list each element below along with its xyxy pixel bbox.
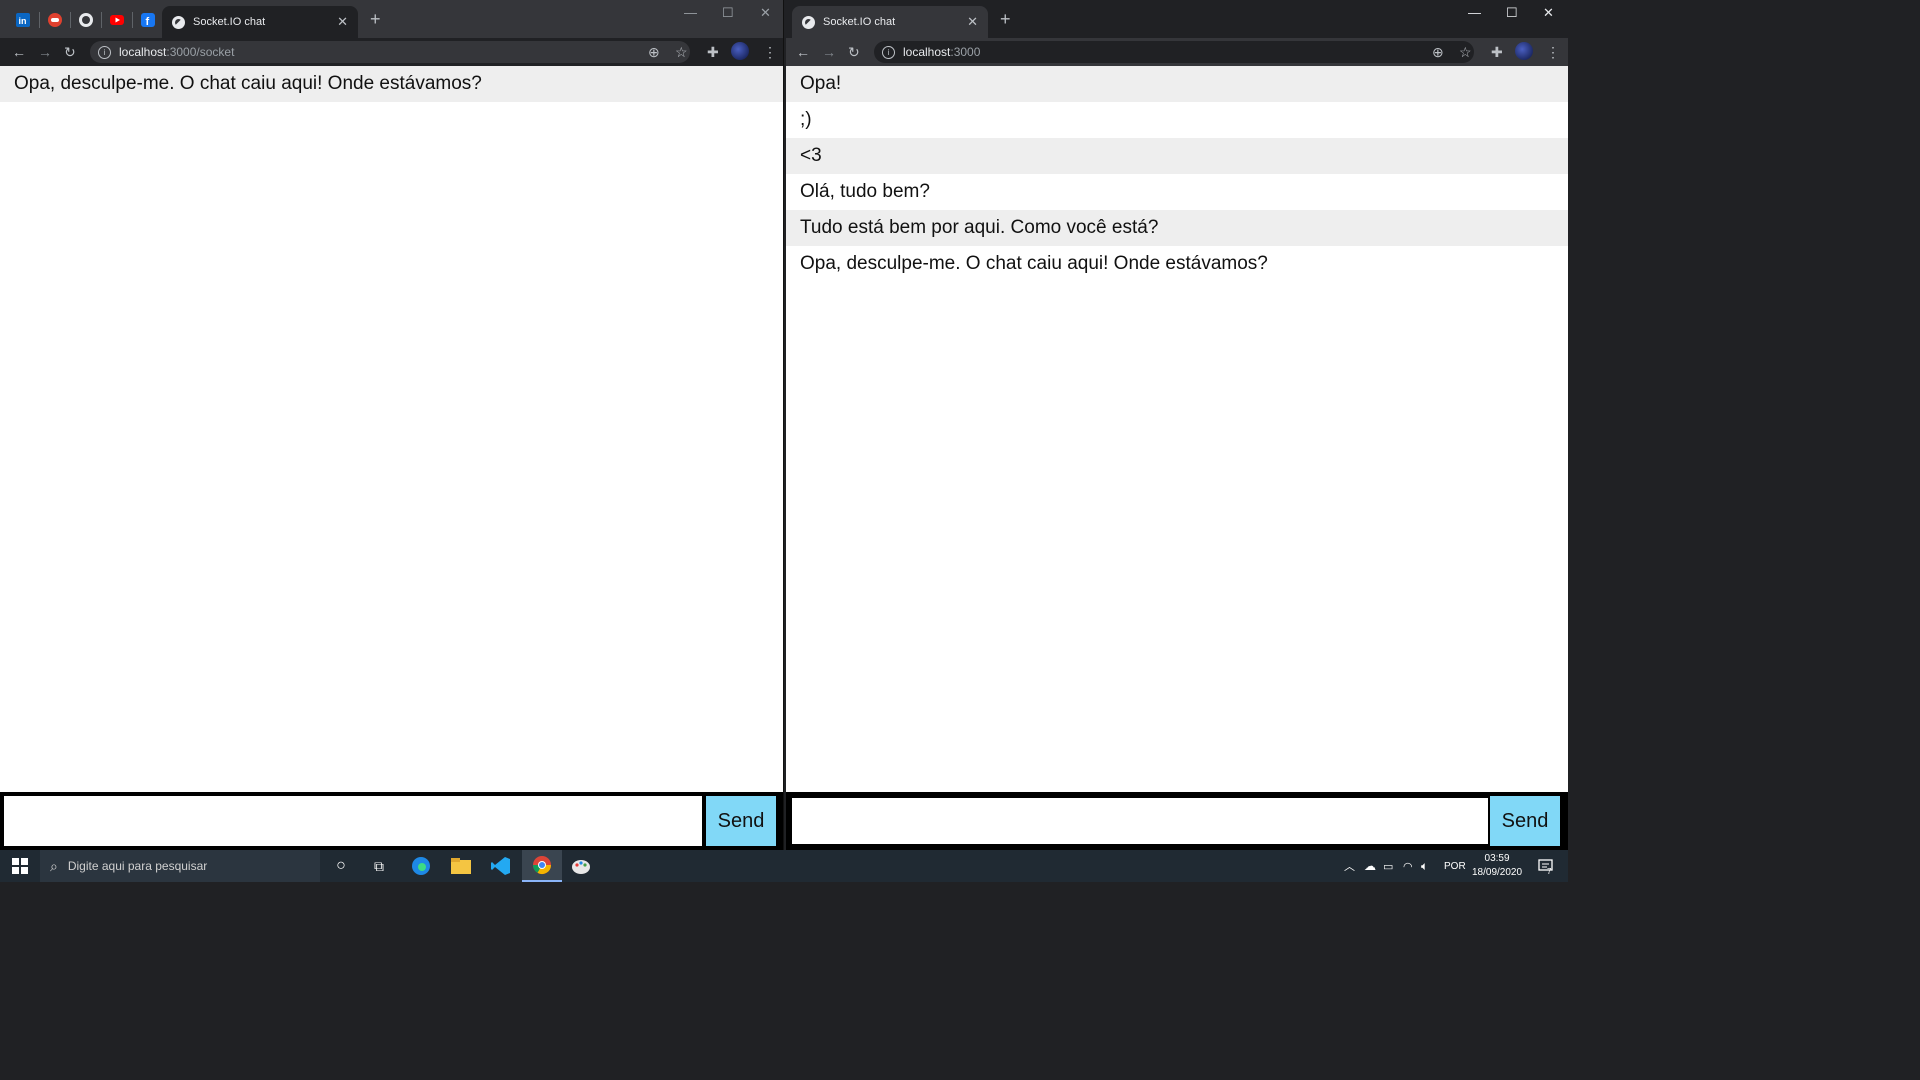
wifi-icon[interactable]: ◠ <box>1403 850 1413 882</box>
pinned-separator <box>70 12 71 28</box>
facebook-icon[interactable]: f <box>137 9 159 31</box>
message-input[interactable] <box>4 796 702 846</box>
message-item: Olá, tudo bem? <box>800 181 930 202</box>
globe-icon <box>172 15 185 29</box>
clock-date: 18/09/2020 <box>1472 867 1523 878</box>
menu-icon[interactable]: ⋮ <box>763 43 777 61</box>
back-icon[interactable]: ← <box>796 43 810 61</box>
back-icon[interactable]: ← <box>12 43 26 61</box>
left-tab-strip: in f Socket.IO chat ✕ + — ☐ ✕ <box>0 0 783 38</box>
message-item: Opa, desculpe-me. O chat caiu aqui! Onde… <box>0 66 783 102</box>
right-browser-window: Socket.IO chat ✕ + — ☐ ✕ ← → ↻ i localho… <box>786 0 1568 850</box>
tab-title: Socket.IO chat <box>193 16 266 28</box>
forward-icon[interactable]: → <box>822 43 836 61</box>
svg-text:in: in <box>19 16 27 26</box>
edge-icon[interactable] <box>406 850 436 882</box>
svg-text:f: f <box>146 16 150 27</box>
menu-icon[interactable]: ⋮ <box>1546 43 1560 61</box>
linkedin-icon[interactable]: in <box>12 9 34 31</box>
search-placeholder: Digite aqui para pesquisar <box>67 859 208 873</box>
right-tab-strip: Socket.IO chat ✕ + — ☐ ✕ <box>786 0 1568 38</box>
clock[interactable]: 03:59 18/09/2020 <box>1472 850 1522 882</box>
avatar[interactable] <box>1515 42 1533 60</box>
close-tab-icon[interactable]: ✕ <box>967 14 978 30</box>
info-icon[interactable]: i <box>882 45 895 59</box>
message-form: Send <box>0 792 783 850</box>
pinned-separator <box>39 12 40 28</box>
volume-icon[interactable]: 🔈︎ <box>1421 850 1428 882</box>
windows-start-icon[interactable] <box>0 850 40 882</box>
new-tab-icon[interactable]: + <box>370 10 381 28</box>
url-host: localhost <box>903 45 951 59</box>
task-view-icon[interactable]: ⧉ <box>366 850 392 882</box>
message-item: Tudo está bem por aqui. Como você está? <box>786 210 1568 246</box>
minimize-icon[interactable]: — <box>1468 5 1481 20</box>
maximize-icon[interactable]: ☐ <box>1506 5 1518 21</box>
reload-icon[interactable]: ↻ <box>848 43 860 61</box>
extensions-icon[interactable]: ✚ <box>1491 43 1503 61</box>
message-list: Opa! ;) <3 Olá, tudo bem? Tudo está bem … <box>786 66 1568 282</box>
message-list: Opa, desculpe-me. O chat caiu aqui! Onde… <box>0 66 783 102</box>
bookmark-star-icon[interactable]: ☆ <box>1459 43 1472 61</box>
tab-title: Socket.IO chat <box>823 16 896 28</box>
address-bar[interactable]: i localhost:3000/socket <box>90 41 690 63</box>
url-host: localhost <box>119 45 167 59</box>
url-path: :3000/socket <box>166 45 235 59</box>
notifications-icon[interactable]: 7 <box>1536 850 1556 882</box>
extensions-icon[interactable]: ✚ <box>707 43 719 61</box>
close-tab-icon[interactable]: ✕ <box>337 14 348 30</box>
send-button[interactable]: Send <box>1490 796 1560 846</box>
globe-icon <box>802 15 815 29</box>
tray-chevron-icon[interactable]: ︿ <box>1344 850 1355 882</box>
bookmark-star-icon[interactable]: ☆ <box>675 43 688 61</box>
message-item: Opa, desculpe-me. O chat caiu aqui! Onde… <box>800 253 1268 274</box>
vscode-icon[interactable] <box>486 850 516 882</box>
clock-time: 03:59 <box>1484 853 1510 864</box>
forward-icon[interactable]: → <box>38 43 52 61</box>
send-button[interactable]: Send <box>706 796 776 846</box>
search-icon: ⌕ <box>50 857 58 874</box>
message-item: <3 <box>786 138 1568 174</box>
left-browser-window: in f Socket.IO chat ✕ + — ☐ ✕ ← → ↻ i lo… <box>0 0 784 850</box>
reload-icon[interactable]: ↻ <box>64 43 76 61</box>
onedrive-icon[interactable]: ☁ <box>1364 850 1376 882</box>
url-path: :3000 <box>950 45 981 59</box>
left-toolbar: ← → ↻ i localhost:3000/socket ⊕ ☆ ✚ ⋮ <box>0 38 783 66</box>
chrome-icon[interactable] <box>522 850 562 882</box>
youtube-icon[interactable] <box>106 9 128 31</box>
app-icon[interactable] <box>44 9 66 31</box>
message-input[interactable] <box>790 796 1490 846</box>
taskbar-search[interactable]: ⌕ Digite aqui para pesquisar <box>40 850 320 882</box>
pinned-separator <box>132 12 133 28</box>
github-icon[interactable] <box>75 9 97 31</box>
info-icon[interactable]: i <box>98 45 111 59</box>
cortana-icon[interactable]: ○ <box>328 850 354 882</box>
message-item: Opa! <box>786 66 1568 102</box>
avatar[interactable] <box>731 42 749 60</box>
file-explorer-icon[interactable] <box>446 850 476 882</box>
notification-count: 7 <box>1547 867 1552 876</box>
minimize-icon[interactable]: — <box>684 5 697 20</box>
battery-icon[interactable]: ▭ <box>1383 850 1393 882</box>
new-tab-icon[interactable]: + <box>1000 10 1011 28</box>
maximize-icon[interactable]: ☐ <box>722 5 734 21</box>
address-bar[interactable]: i localhost:3000 <box>874 41 1474 63</box>
zoom-icon[interactable]: ⊕ <box>648 43 660 61</box>
zoom-icon[interactable]: ⊕ <box>1432 43 1444 61</box>
language-indicator[interactable]: POR <box>1444 850 1466 882</box>
close-window-icon[interactable]: ✕ <box>760 5 771 21</box>
tab-socketio-chat[interactable]: Socket.IO chat ✕ <box>792 6 988 38</box>
tab-socketio-chat[interactable]: Socket.IO chat ✕ <box>162 6 358 38</box>
windows-taskbar: ⌕ Digite aqui para pesquisar ○ ⧉ ︿ ☁ ▭ ◠… <box>0 850 1568 882</box>
pinned-separator <box>101 12 102 28</box>
message-item: ;) <box>800 109 812 130</box>
paint-icon[interactable] <box>566 850 596 882</box>
message-form: Send <box>786 792 1568 850</box>
close-window-icon[interactable]: ✕ <box>1543 5 1554 21</box>
right-toolbar: ← → ↻ i localhost:3000 ⊕ ☆ ✚ ⋮ <box>786 38 1568 66</box>
